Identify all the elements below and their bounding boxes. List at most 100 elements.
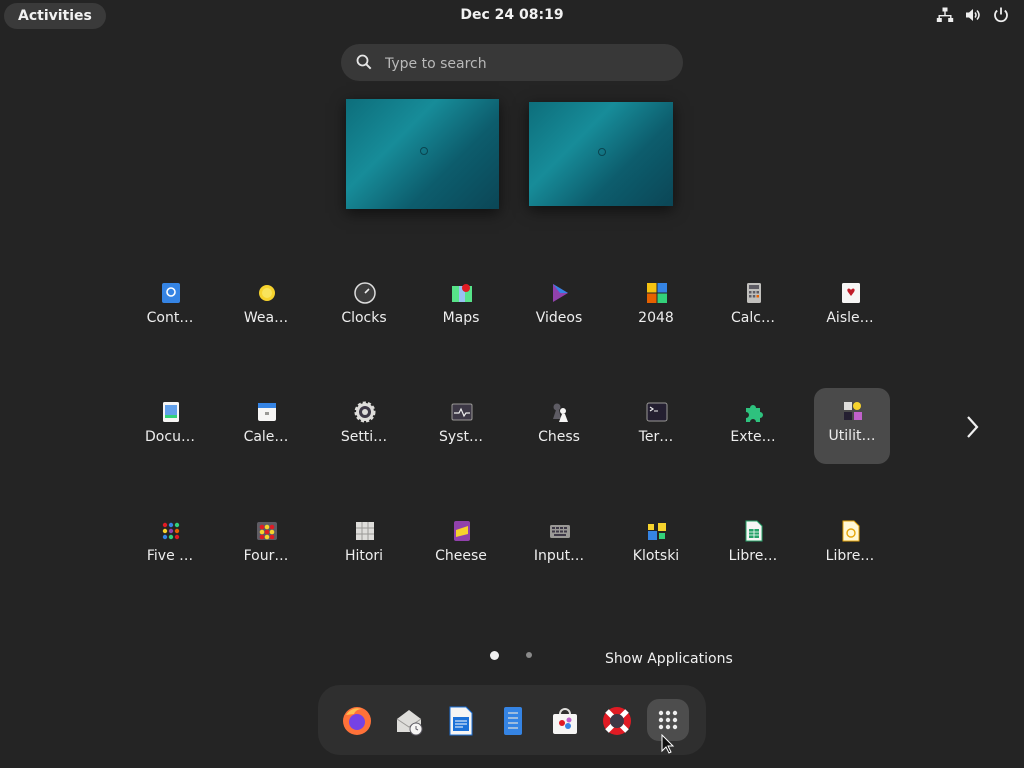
app-tile-clocks[interactable]: Clocks (326, 270, 402, 346)
document-viewer-icon (163, 402, 179, 422)
dock-item-libreoffice-writer[interactable] (439, 699, 481, 741)
app-label: Docu… (145, 429, 195, 445)
app-tile-calendar[interactable]: Cale… (228, 389, 304, 465)
app-label: Clocks (341, 310, 387, 326)
app-label: Maps (442, 310, 480, 326)
libreoffice-draw-icon (842, 520, 860, 542)
evolution-mail-icon (396, 710, 423, 736)
top-bar: Activities Dec 24 08:19 (0, 0, 1024, 32)
app-label: Chess (538, 429, 580, 445)
calculator-icon (747, 283, 761, 303)
app-tile-chess[interactable]: Chess (521, 389, 597, 465)
extensions-icon (746, 405, 763, 422)
terminal-icon (646, 402, 668, 422)
app-tile-weather[interactable]: Wea… (228, 270, 304, 346)
five-or-more-icon (162, 522, 180, 540)
app-label: Four… (243, 548, 289, 564)
app-label: Cale… (243, 429, 289, 445)
settings-icon (354, 401, 376, 423)
libreoffice-writer-icon (449, 706, 473, 736)
videos-icon (553, 284, 568, 302)
dock-item-software[interactable] (543, 699, 585, 741)
dock-item-firefox[interactable] (335, 699, 377, 741)
firefox-icon (343, 707, 371, 735)
app-label: Wea… (243, 310, 289, 326)
app-label: Utilit… (828, 428, 876, 444)
app-label: Libre… (825, 548, 875, 564)
app-label: Aisle… (826, 310, 874, 326)
clocks-icon (354, 282, 376, 304)
app-label: Input… (533, 548, 585, 564)
show-applications-icon (658, 710, 678, 730)
app-tile-klotski[interactable]: Klotski (618, 508, 694, 584)
chess-icon (553, 403, 568, 422)
utilities-folder-icon (844, 402, 862, 420)
app-tile-five-or-more[interactable]: Five … (132, 508, 208, 584)
system-monitor-icon (451, 403, 473, 421)
dash (318, 685, 706, 755)
search-input[interactable] (383, 44, 667, 83)
help-icon (603, 707, 631, 735)
app-tile-settings[interactable]: Setti… (326, 389, 402, 465)
app-tile-aisleriot[interactable]: Aisle… (812, 270, 888, 346)
app-tile-four-in-a-row[interactable]: Four… (228, 508, 304, 584)
app-tile-input-method[interactable]: Input… (521, 508, 597, 584)
workspace-thumbnail-2[interactable] (529, 102, 673, 206)
input-method-icon (550, 525, 570, 538)
app-label: Hitori (344, 548, 384, 564)
libreoffice-calc-icon (745, 520, 763, 542)
app-label: Libre… (728, 548, 778, 564)
app-tile-libreoffice-calc[interactable]: Libre… (715, 508, 791, 584)
show-applications-tooltip: Show Applications (605, 651, 733, 667)
app-label: Syst… (439, 429, 483, 445)
hitori-icon (356, 522, 374, 540)
network-icon[interactable] (936, 6, 954, 24)
app-tile-document-viewer[interactable]: Docu… (132, 389, 208, 465)
page-indicator-2[interactable] (526, 652, 532, 658)
app-tile-terminal[interactable]: Ter… (618, 389, 694, 465)
aisleriot-icon (842, 283, 860, 303)
app-tile-contacts[interactable]: Cont… (132, 270, 208, 346)
app-tile-hitori[interactable]: Hitori (326, 508, 402, 584)
app-label: 2048 (638, 310, 674, 326)
app-label: Calc… (731, 310, 775, 326)
2048-icon (647, 283, 667, 303)
four-in-a-row-icon (257, 522, 277, 540)
app-tile-extensions[interactable]: Exte… (715, 389, 791, 465)
mouse-pointer-icon (661, 734, 675, 754)
dock-item-help[interactable] (595, 699, 637, 741)
cheese-icon (454, 521, 470, 541)
system-tray[interactable] (936, 6, 1010, 24)
dock-item-evolution[interactable] (387, 699, 429, 741)
clock[interactable]: Dec 24 08:19 (0, 7, 1024, 23)
dock-item-text-editor[interactable] (491, 699, 533, 741)
app-tile-calculator[interactable]: Calc… (715, 270, 791, 346)
app-label: Cont… (146, 310, 194, 326)
app-label: Cheese (435, 548, 487, 564)
app-tile-libreoffice-draw[interactable]: Libre… (812, 508, 888, 584)
workspace-thumbnail-1[interactable] (346, 99, 499, 209)
software-center-icon (553, 708, 577, 734)
app-tile-system-monitor[interactable]: Syst… (423, 389, 499, 465)
text-editor-icon (504, 707, 522, 735)
app-tile-cheese[interactable]: Cheese (423, 508, 499, 584)
app-label: Five … (146, 548, 194, 564)
contacts-icon (162, 283, 180, 303)
maps-icon (452, 284, 472, 302)
next-page-arrow-icon[interactable] (962, 414, 982, 440)
app-tile-maps[interactable]: Maps (423, 270, 499, 346)
power-icon[interactable] (992, 6, 1010, 24)
search-bar[interactable] (341, 44, 683, 83)
app-label: Ter… (638, 429, 674, 445)
app-label: Exte… (730, 429, 776, 445)
app-label: Videos (535, 310, 583, 326)
app-tile-videos[interactable]: Videos (521, 270, 597, 346)
volume-icon[interactable] (964, 6, 982, 24)
app-label: Setti… (340, 429, 388, 445)
app-folder-utilities[interactable]: Utilit… (814, 388, 890, 464)
calendar-icon (258, 403, 276, 421)
page-indicator-1[interactable] (490, 651, 499, 660)
app-label: Klotski (632, 548, 680, 564)
app-tile-2048[interactable]: 2048 (618, 270, 694, 346)
search-icon (356, 54, 372, 70)
